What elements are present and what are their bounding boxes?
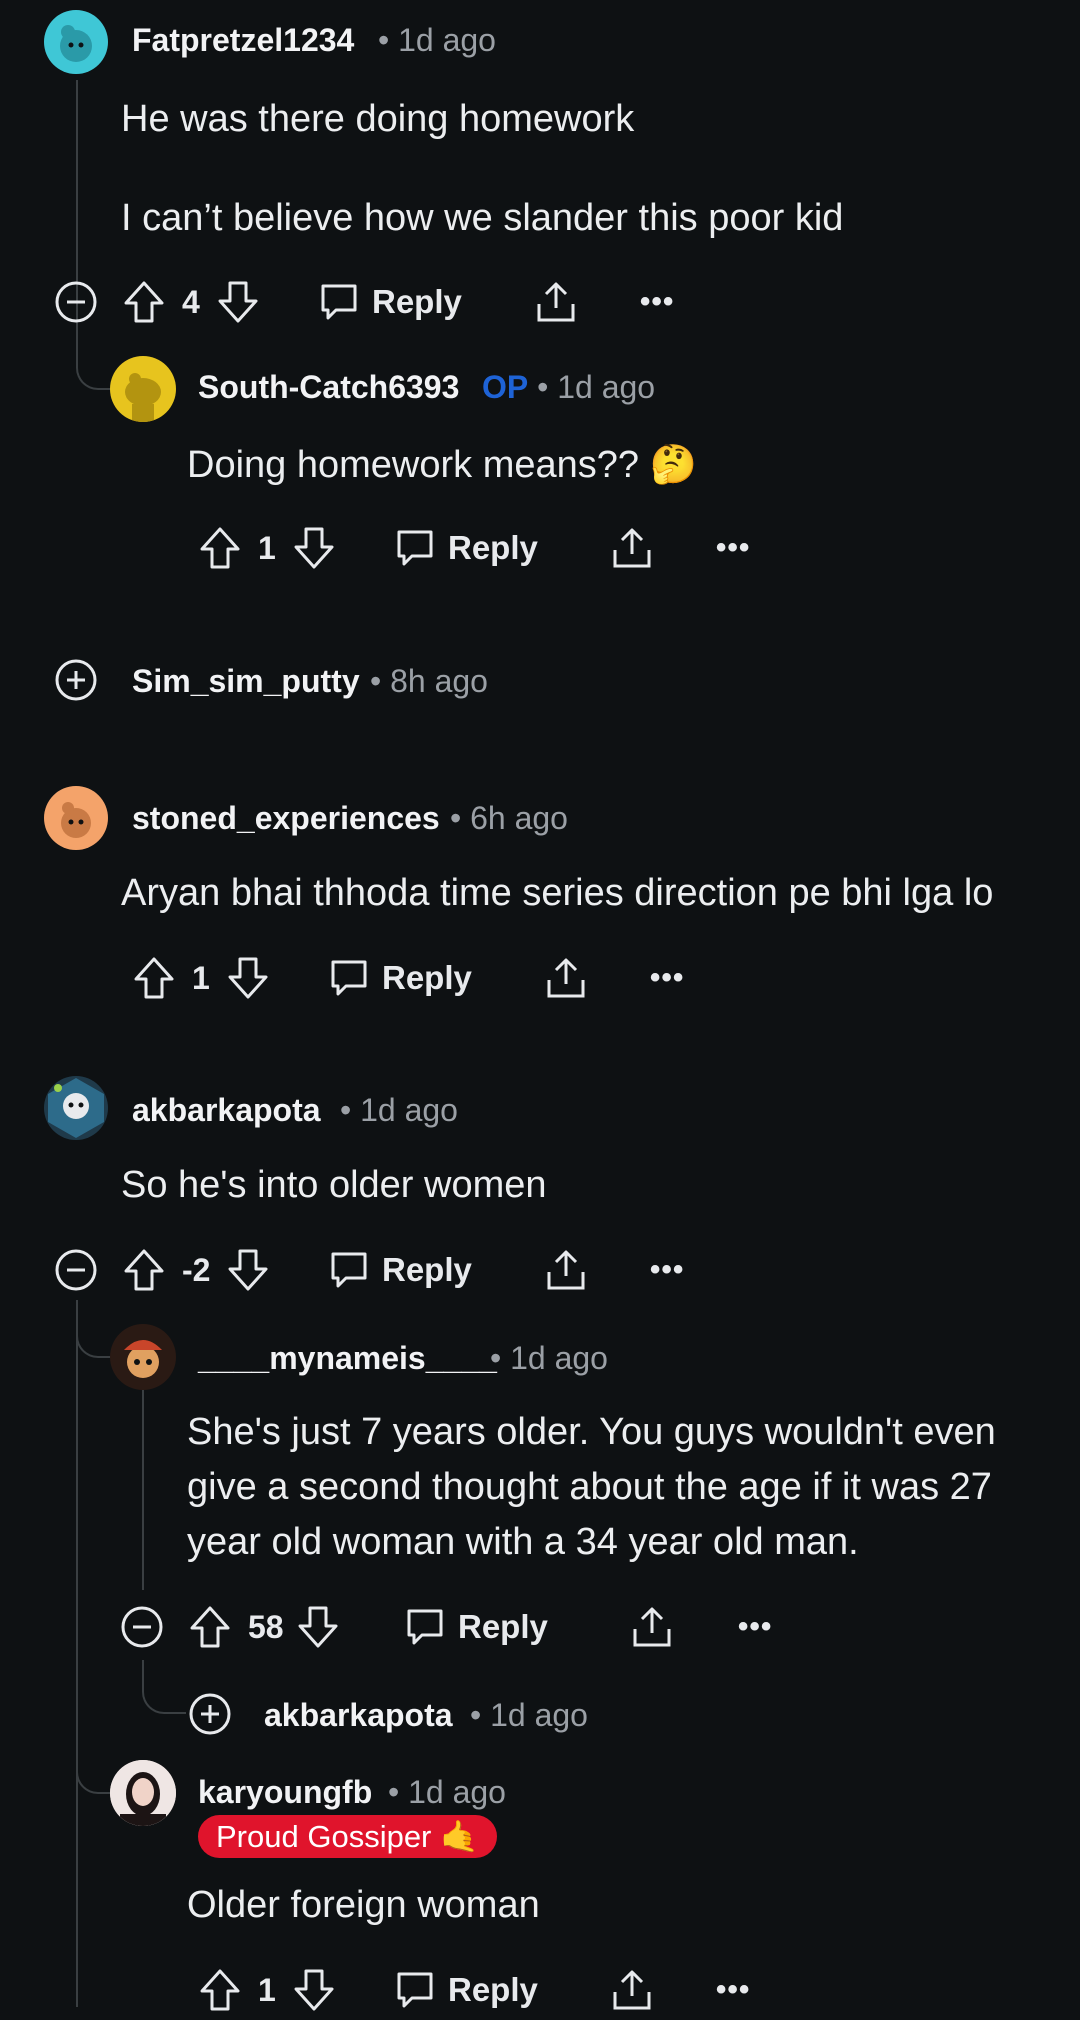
action-row: 1 Reply ••• [198,518,818,578]
snoo-avatar-icon [61,802,91,838]
username[interactable]: South-Catch6393 [198,369,459,406]
profile-photo-icon [110,1760,176,1826]
action-row: -2 Reply ••• [54,1240,754,1300]
more-options-icon[interactable]: ••• [650,961,685,995]
avatar[interactable] [44,786,108,850]
more-options-icon[interactable]: ••• [640,285,675,319]
op-badge: OP [482,369,529,405]
action-row: 4 Reply ••• [54,272,754,332]
comment-body: He was there doing homework [121,98,635,140]
collapse-icon[interactable] [120,1605,164,1649]
collapse-icon[interactable] [54,1248,98,1292]
collapse-icon[interactable] [54,280,98,324]
reply-button[interactable]: Reply [328,957,472,999]
upvote-icon[interactable] [198,525,242,571]
comment-body: Aryan bhai thhoda time series direction … [121,872,994,914]
score: 1 [258,529,276,566]
upvote-icon[interactable] [132,955,176,1001]
username[interactable]: Fatpretzel1234 [132,22,354,59]
username[interactable]: akbarkapota [264,1697,453,1734]
score: -2 [182,1251,211,1288]
share-icon[interactable] [534,280,578,324]
action-row: 1 Reply ••• [132,948,752,1008]
thread-line [76,1300,78,1660]
more-options-icon[interactable]: ••• [716,1973,751,2007]
downvote-icon[interactable] [226,1247,270,1293]
score: 58 [248,1608,284,1645]
downvote-icon[interactable] [226,955,270,1001]
comment-time: OP • 1d ago [482,369,656,405]
comment-time: • 1d ago [470,1697,588,1733]
action-row: 1 Reply ••• [198,1960,818,2020]
reply-icon [397,530,433,566]
comment-time: • 1d ago [490,1340,608,1376]
downvote-icon[interactable] [296,1604,340,1650]
comment-body: year old woman with a 34 year old man. [187,1521,859,1563]
avatar[interactable] [44,10,108,74]
score: 1 [258,1971,276,2008]
share-icon[interactable] [544,956,588,1000]
thread-line [142,1390,144,1590]
comment-time: • 1d ago [378,22,496,58]
reply-button[interactable]: Reply [404,1606,548,1648]
downvote-icon[interactable] [216,279,260,325]
username[interactable]: karyoungfb [198,1774,372,1811]
comment-time: • 1d ago [340,1092,458,1128]
reply-button[interactable]: Reply [394,527,538,569]
snoo-avatar-icon [124,1340,162,1378]
thread-line [76,1910,78,2007]
avatar[interactable] [110,356,176,422]
reply-icon [407,1609,443,1645]
action-row: 58 Reply ••• [120,1597,840,1657]
reply-button[interactable]: Reply [328,1249,472,1291]
more-options-icon[interactable]: ••• [738,1610,773,1644]
snoo-avatar-icon [125,373,161,422]
comment-body: Doing homework means?? 🤔 [187,444,697,486]
share-icon[interactable] [630,1605,674,1649]
comment-body: She's just 7 years older. You guys would… [187,1411,996,1453]
upvote-icon[interactable] [188,1604,232,1650]
reply-button[interactable]: Reply [394,1969,538,2011]
comment-body: give a second thought about the age if i… [187,1466,992,1508]
upvote-icon[interactable] [122,279,166,325]
expand-icon[interactable] [188,1692,232,1736]
comment-body: I can’t believe how we slander this poor… [121,197,844,239]
downvote-icon[interactable] [292,525,336,571]
username[interactable]: stoned_experiences [132,800,440,837]
score: 1 [192,959,210,996]
expand-icon[interactable] [54,658,98,702]
comment-body: So he's into older women [121,1164,547,1206]
snoo-avatar-icon [60,25,92,62]
reply-button[interactable]: Reply [318,281,462,323]
more-options-icon[interactable]: ••• [650,1253,685,1287]
share-icon[interactable] [610,526,654,570]
share-icon[interactable] [544,1248,588,1292]
username[interactable]: akbarkapota [132,1092,321,1129]
upvote-icon[interactable] [198,1967,242,2013]
reply-icon [331,1252,367,1288]
user-flair: Proud Gossiper 🤙 [198,1815,497,1858]
reply-icon [397,1972,433,2008]
reply-icon [331,960,367,996]
downvote-icon[interactable] [292,1967,336,2013]
share-icon[interactable] [610,1968,654,2012]
comment-time: • 8h ago [370,663,488,699]
username[interactable]: Sim_sim_putty [132,663,360,700]
username[interactable]: ____mynameis____ [198,1340,497,1377]
comment-time: • 1d ago [388,1774,506,1810]
avatar[interactable] [44,1076,108,1140]
comment-body: Older foreign woman [187,1884,540,1926]
reply-icon [321,284,357,320]
avatar[interactable] [110,1324,176,1390]
snoo-avatar-icon [48,1078,104,1138]
avatar[interactable] [110,1760,176,1826]
thread-curve [142,1660,186,1714]
comment-time: • 6h ago [450,800,568,836]
score: 4 [182,283,200,320]
upvote-icon[interactable] [122,1247,166,1293]
more-options-icon[interactable]: ••• [716,531,751,565]
